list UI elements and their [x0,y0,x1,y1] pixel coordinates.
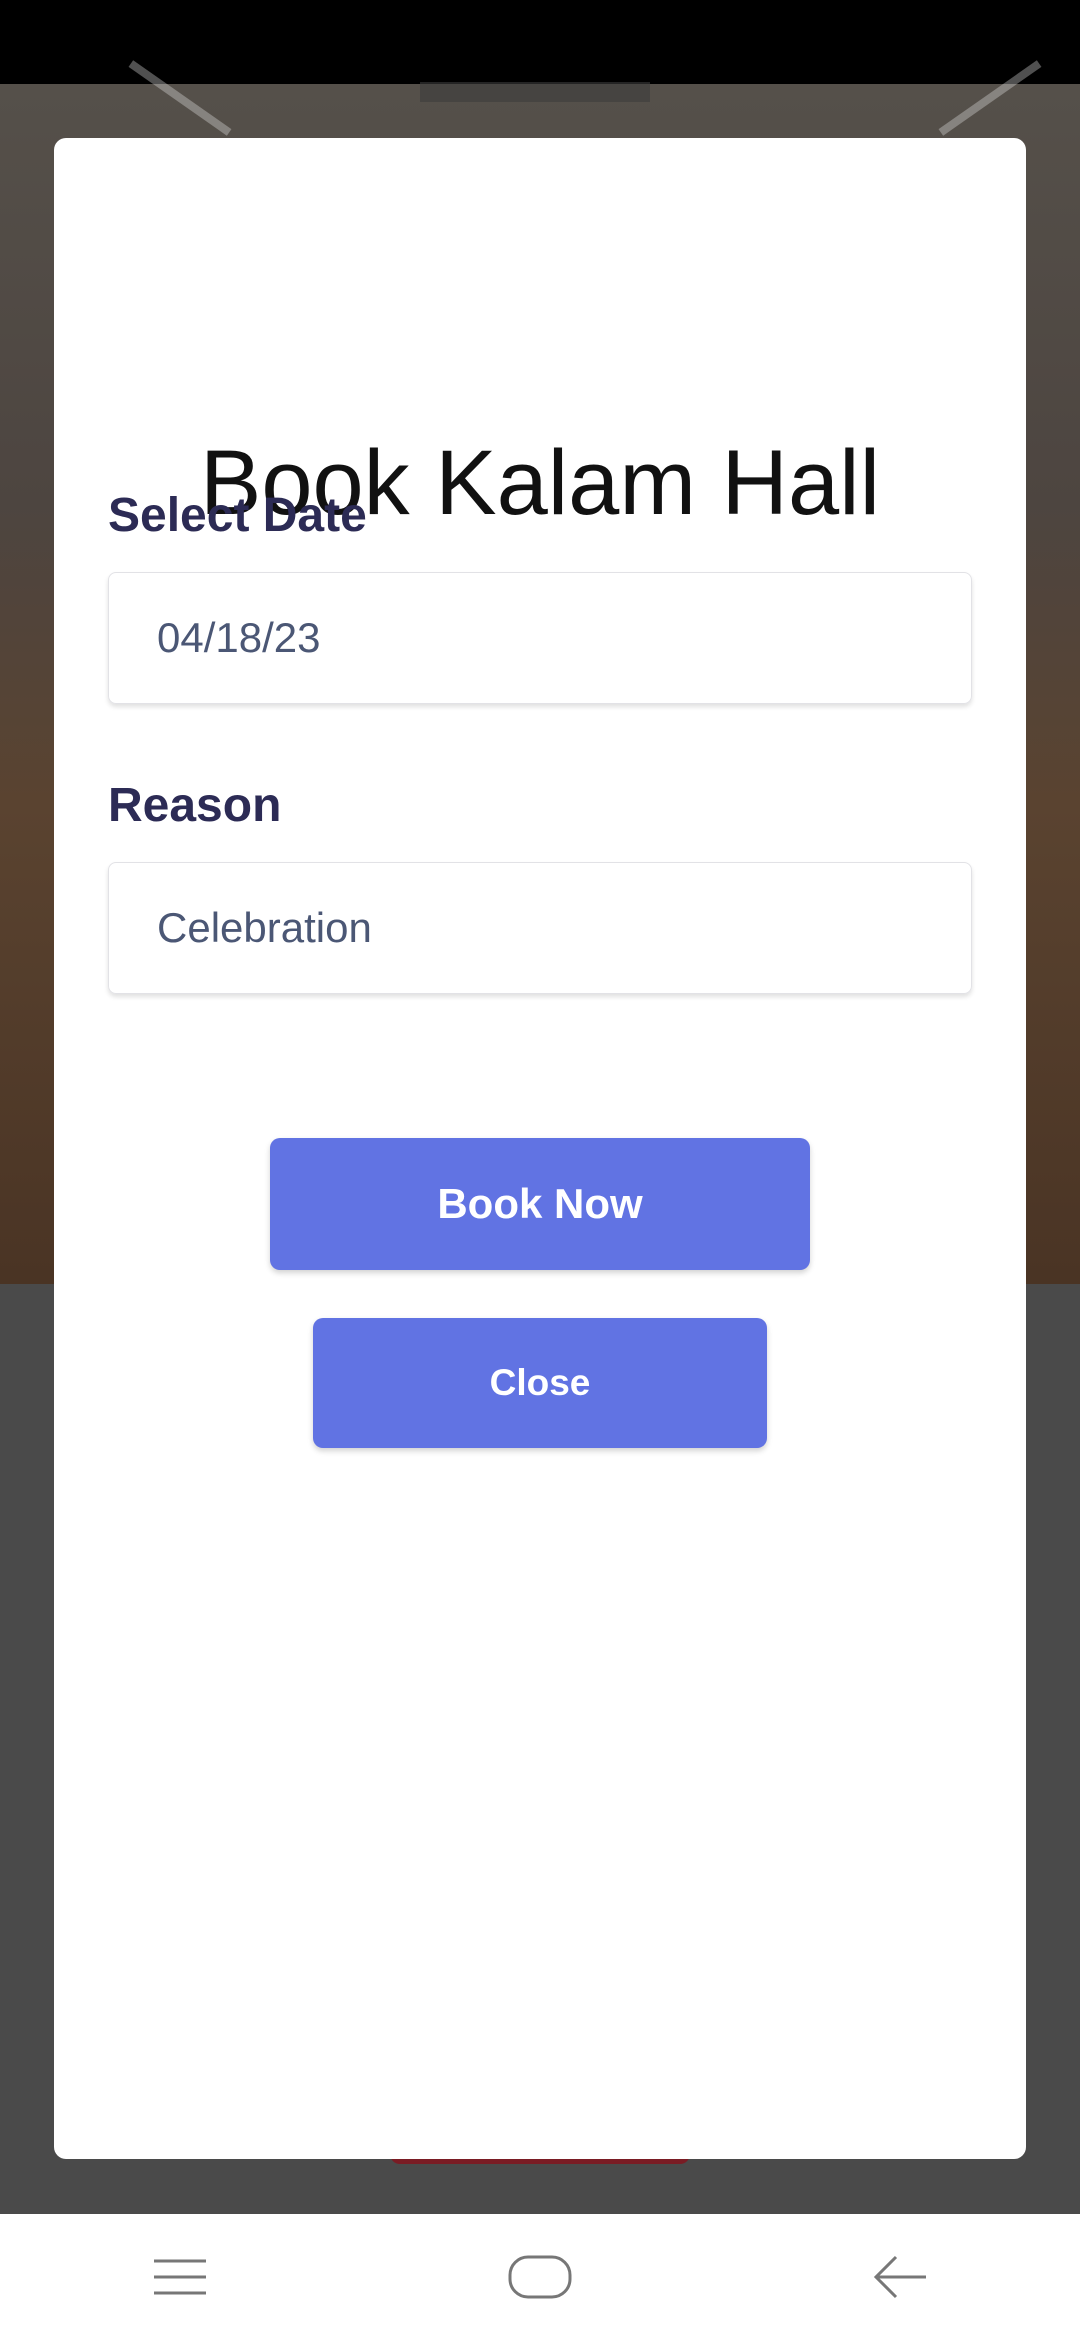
close-button[interactable]: Close [313,1318,767,1448]
system-nav-bar [0,2214,1080,2340]
booking-modal: Book Kalam Hall Select Date 04/18/23 Rea… [54,138,1026,2159]
reason-value: Celebration [157,904,372,951]
back-icon[interactable] [840,2232,960,2322]
date-field[interactable]: 04/18/23 [108,572,972,704]
reason-field[interactable]: Celebration [108,862,972,994]
home-icon[interactable] [480,2232,600,2322]
date-value: 04/18/23 [157,614,321,661]
reason-label: Reason [108,779,282,832]
book-now-button[interactable]: Book Now [270,1138,810,1270]
menu-icon[interactable] [120,2232,240,2322]
status-bar [0,0,1080,84]
date-label: Select Date [108,489,367,542]
